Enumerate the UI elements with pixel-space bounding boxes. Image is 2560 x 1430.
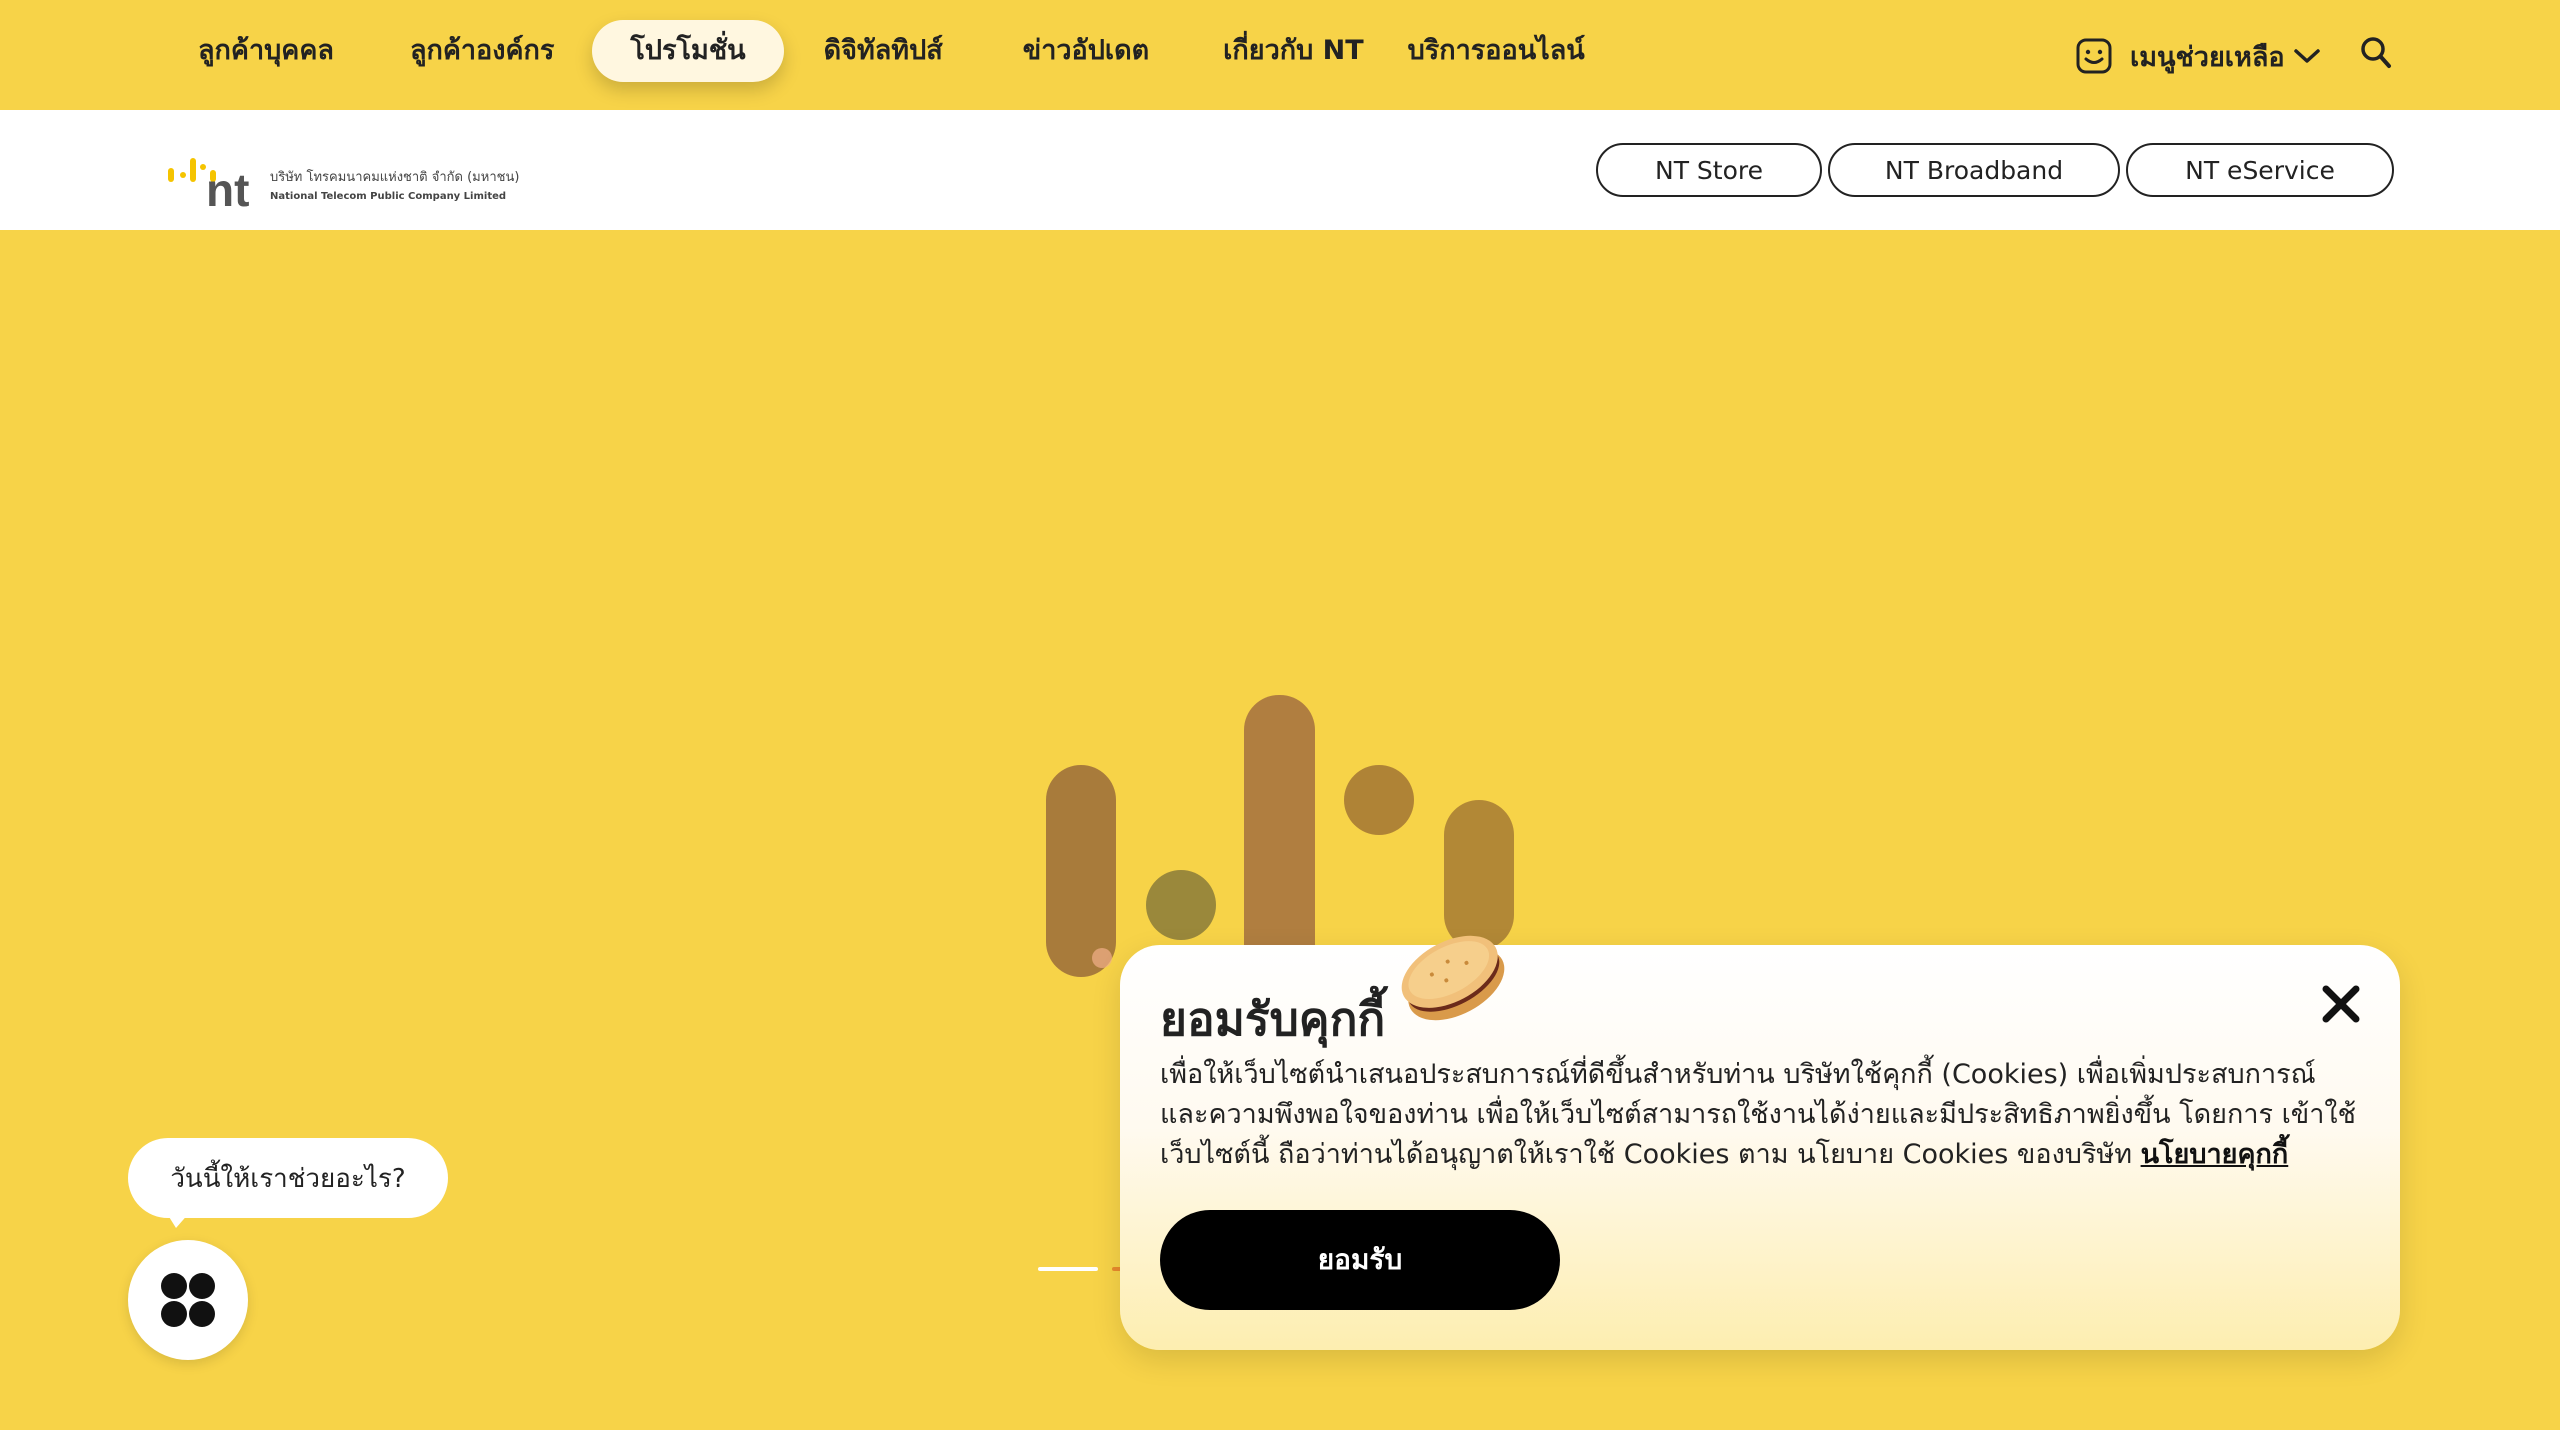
- nt-broadband-button[interactable]: NT Broadband: [1828, 143, 2120, 197]
- nav-item-digital-tips[interactable]: ดิจิทัลทิปส์: [784, 20, 983, 82]
- nav-item-personal[interactable]: ลูกค้าบุคคล: [160, 20, 372, 82]
- cookie-biscuit-icon: [1401, 935, 1505, 1021]
- chat-bubble-tail: [166, 1212, 190, 1228]
- chat-launcher-button[interactable]: [128, 1240, 248, 1360]
- hero-dot-1: [1146, 870, 1216, 940]
- cookie-policy-link[interactable]: นโยบายคุกกี้: [2141, 1139, 2289, 1170]
- chat-prompt-bubble[interactable]: วันนี้ให้เราช่วยอะไร?: [128, 1138, 448, 1218]
- nt-eservice-button[interactable]: NT eService: [2126, 143, 2394, 197]
- nav-item-business[interactable]: ลูกค้าองค์กร: [372, 20, 592, 82]
- nav-item-promotion[interactable]: โปรโมชั่น: [592, 20, 784, 82]
- logo-company-th: บริษัท โทรคมนาคมแห่งชาติ จำกัด (มหาชน): [270, 170, 520, 185]
- help-menu[interactable]: เมนูช่วยเหลือ: [2076, 30, 2321, 82]
- search-icon[interactable]: [2360, 36, 2392, 70]
- top-nav-bar: ลูกค้าบุคคล ลูกค้าองค์กร โปรโมชั่น ดิจิท…: [0, 0, 2560, 110]
- smiley-face-icon: [2076, 38, 2112, 74]
- nt-logo-mark: nt: [168, 158, 249, 210]
- cookie-title: ยอมรับคุกกี้: [1160, 992, 1386, 1046]
- nav-item-about[interactable]: เกี่ยวกับ NT: [1189, 20, 1385, 82]
- nt-logo-brand: nt: [206, 164, 249, 210]
- nt-logo[interactable]: nt บริษัท โทรคมนาคมแห่งชาติ จำกัด (มหาชน…: [166, 130, 519, 210]
- nt-store-button[interactable]: NT Store: [1596, 143, 1822, 197]
- close-icon[interactable]: [2320, 983, 2362, 1025]
- site-header: nt บริษัท โทรคมนาคมแห่งชาติ จำกัด (มหาชน…: [0, 110, 2560, 230]
- hero-bar-1: [1046, 765, 1116, 977]
- four-dots-icon: [161, 1273, 215, 1327]
- help-menu-label: เมนูช่วยเหลือ: [2130, 41, 2285, 73]
- nav-item-news[interactable]: ข่าวอัปเดต: [983, 20, 1189, 82]
- external-links: NT Store NT Broadband NT eService: [1596, 143, 2400, 197]
- main-nav: ลูกค้าบุคคล ลูกค้าองค์กร โปรโมชั่น ดิจิท…: [160, 20, 1607, 82]
- logo-company-en: National Telecom Public Company Limited: [270, 191, 507, 202]
- cookie-description: เพื่อให้เว็บไซต์นำเสนอประสบการณ์ที่ดีขึ้…: [1160, 1055, 2370, 1175]
- cookie-consent-dialog: ยอมรับคุกกี้ เพื่อให้เว็บไซต์นำเสนอประสบ…: [1120, 935, 2400, 1350]
- hero-accent-dot: [1092, 948, 1112, 968]
- logo-text: บริษัท โทรคมนาคมแห่งชาติ จำกัด (มหาชน) N…: [270, 166, 519, 202]
- hero-dot-2: [1344, 765, 1414, 835]
- nav-item-online-services[interactable]: บริการออนไลน์: [1386, 20, 1607, 82]
- accept-cookies-button[interactable]: ยอมรับ: [1160, 1210, 1560, 1310]
- slide-indicator-active[interactable]: [1038, 1267, 1098, 1271]
- chevron-down-icon: [2293, 49, 2320, 63]
